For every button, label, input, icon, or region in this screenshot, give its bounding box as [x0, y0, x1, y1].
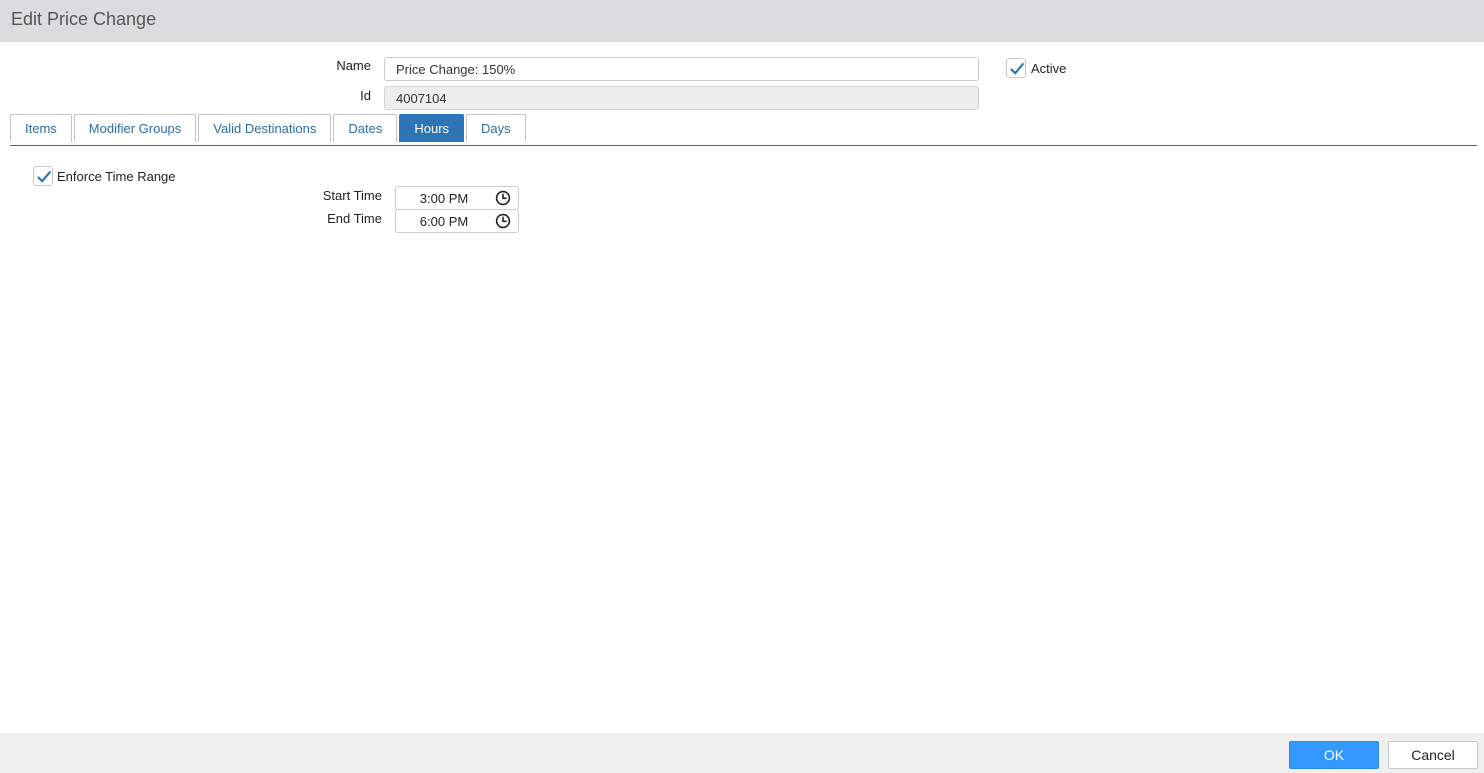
tab-valid-destinations[interactable]: Valid Destinations [198, 114, 332, 142]
tab-days[interactable]: Days [466, 114, 526, 142]
start-time-picker[interactable]: 3:00 PM [395, 186, 519, 210]
tab-dates[interactable]: Dates [333, 114, 398, 142]
clock-icon[interactable] [495, 190, 511, 206]
id-field: 4007104 [384, 86, 979, 110]
tab-items[interactable]: Items [10, 114, 72, 142]
start-time-value[interactable]: 3:00 PM [396, 191, 492, 206]
title-bar: Edit Price Change [0, 0, 1484, 42]
tab-divider [10, 145, 1477, 146]
active-checkbox[interactable] [1006, 58, 1026, 78]
enforce-time-range-label: Enforce Time Range [57, 169, 176, 184]
clock-icon[interactable] [495, 213, 511, 229]
tab-bar: Items Modifier Groups Valid Destinations… [10, 114, 526, 142]
end-time-value[interactable]: 6:00 PM [396, 214, 492, 229]
cancel-button[interactable]: Cancel [1388, 741, 1478, 769]
ok-button[interactable]: OK [1289, 741, 1379, 769]
window-title: Edit Price Change [11, 9, 157, 29]
name-input[interactable]: Price Change: 150% [384, 57, 979, 81]
name-label: Name [336, 58, 371, 73]
enforce-time-range-checkbox[interactable] [33, 166, 53, 186]
checkmark-icon [1010, 63, 1024, 75]
start-time-label: Start Time [322, 188, 382, 203]
end-time-picker[interactable]: 6:00 PM [395, 209, 519, 233]
tab-modifier-groups[interactable]: Modifier Groups [73, 114, 197, 142]
active-label: Active [1031, 61, 1067, 76]
id-label: Id [360, 88, 371, 103]
dialog-footer: OK Cancel [0, 733, 1484, 773]
end-time-label: End Time [327, 211, 382, 226]
checkmark-icon [37, 171, 51, 183]
tab-hours[interactable]: Hours [399, 114, 465, 142]
